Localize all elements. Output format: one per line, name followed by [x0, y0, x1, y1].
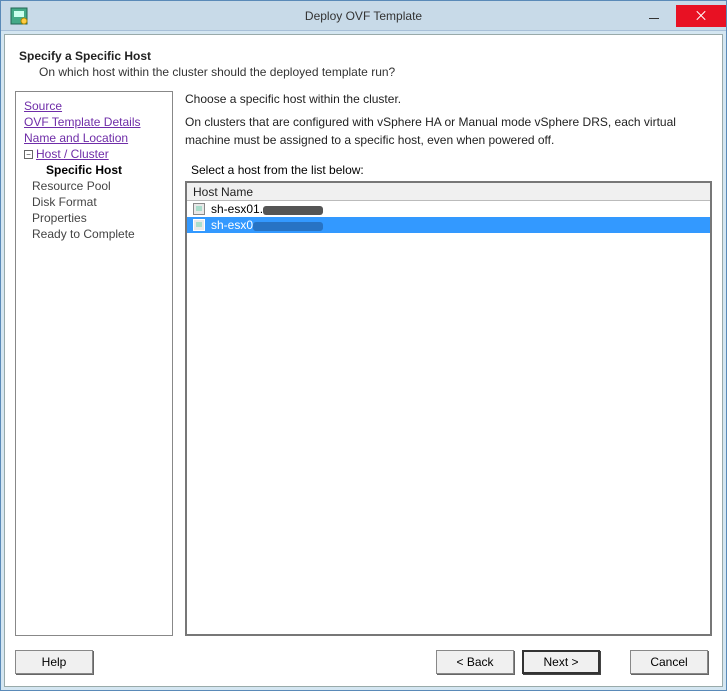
- sidebar-item-name-location[interactable]: Name and Location: [22, 130, 166, 146]
- help-button[interactable]: Help: [15, 650, 93, 674]
- page-header: Specify a Specific Host On which host wi…: [15, 45, 712, 91]
- sidebar-item-host-cluster[interactable]: − Host / Cluster: [22, 146, 166, 162]
- host-list: Host Name sh-esx01. sh-esx0: [185, 181, 712, 636]
- instructions: Choose a specific host within the cluste…: [185, 91, 712, 149]
- host-icon: [193, 219, 205, 231]
- host-row[interactable]: sh-esx0: [187, 217, 710, 233]
- sidebar-item-properties: Properties: [22, 210, 166, 226]
- window-title: Deploy OVF Template: [305, 9, 422, 23]
- page-title: Specify a Specific Host: [19, 49, 708, 63]
- sidebar-item-specific-host: Specific Host: [22, 162, 166, 178]
- window-controls: [631, 5, 726, 27]
- intro-text-2: On clusters that are configured with vSp…: [185, 114, 712, 149]
- body-area: Source OVF Template Details Name and Loc…: [15, 91, 712, 636]
- sidebar-item-resource-pool: Resource Pool: [22, 178, 166, 194]
- minimize-button[interactable]: [631, 5, 676, 27]
- host-name-label: sh-esx01.: [211, 202, 323, 216]
- host-name-label: sh-esx0: [211, 218, 323, 232]
- cancel-button[interactable]: Cancel: [630, 650, 708, 674]
- host-icon: [193, 203, 205, 215]
- intro-text-1: Choose a specific host within the cluste…: [185, 91, 712, 108]
- tree-collapse-icon[interactable]: −: [24, 150, 33, 159]
- host-row[interactable]: sh-esx01.: [187, 201, 710, 217]
- host-list-body: sh-esx01. sh-esx0: [187, 201, 710, 634]
- back-button[interactable]: < Back: [436, 650, 514, 674]
- next-button[interactable]: Next >: [522, 650, 600, 674]
- close-button[interactable]: [676, 5, 726, 27]
- sidebar-item-source[interactable]: Source: [22, 98, 166, 114]
- main-panel: Choose a specific host within the cluste…: [185, 91, 712, 636]
- wizard-steps-sidebar: Source OVF Template Details Name and Loc…: [15, 91, 173, 636]
- footer-buttons: Help < Back Next > Cancel: [15, 636, 712, 678]
- content-area: Specify a Specific Host On which host wi…: [4, 34, 723, 687]
- app-icon: [7, 4, 31, 28]
- list-label: Select a host from the list below:: [185, 163, 712, 177]
- column-header-hostname[interactable]: Host Name: [187, 183, 710, 201]
- sidebar-item-ready: Ready to Complete: [22, 226, 166, 242]
- wizard-window: Deploy OVF Template Specify a Specific H…: [0, 0, 727, 691]
- page-subtitle: On which host within the cluster should …: [19, 65, 708, 79]
- sidebar-item-ovf-details[interactable]: OVF Template Details: [22, 114, 166, 130]
- titlebar: Deploy OVF Template: [1, 1, 726, 31]
- sidebar-item-disk-format: Disk Format: [22, 194, 166, 210]
